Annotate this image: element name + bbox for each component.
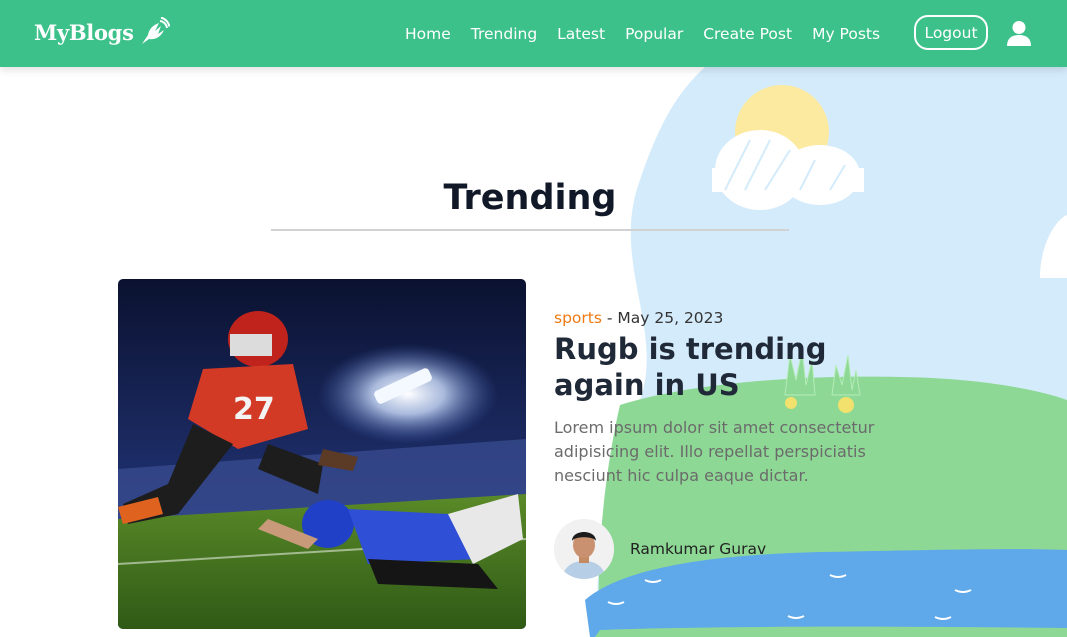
nav-link-latest[interactable]: Latest bbox=[557, 25, 605, 43]
author-name[interactable]: Ramkumar Gurav bbox=[630, 540, 766, 558]
nav-link-my-posts[interactable]: My Posts bbox=[812, 25, 880, 43]
football-players-image: 27 bbox=[118, 279, 526, 629]
brand-logo[interactable]: MyBlogs bbox=[34, 17, 170, 47]
post-date: May 25, 2023 bbox=[617, 309, 724, 327]
author-photo bbox=[554, 519, 614, 579]
nav-link-home[interactable]: Home bbox=[405, 25, 451, 43]
section-title: Trending bbox=[443, 178, 617, 218]
top-navbar: MyBlogs Home Trending Latest Popular Cre… bbox=[0, 0, 1067, 67]
svg-text:27: 27 bbox=[233, 392, 275, 427]
post-meta: sports - May 25, 2023 bbox=[554, 309, 723, 327]
nav-links: Home Trending Latest Popular Create Post… bbox=[405, 0, 900, 67]
nav-link-trending[interactable]: Trending bbox=[471, 25, 537, 43]
title-divider bbox=[271, 229, 789, 231]
post-title[interactable]: Rugb is trending again in US bbox=[554, 331, 914, 403]
nav-link-popular[interactable]: Popular bbox=[625, 25, 683, 43]
meta-separator: - bbox=[601, 309, 618, 327]
avatar[interactable] bbox=[554, 519, 614, 579]
user-icon[interactable] bbox=[1006, 20, 1032, 46]
quill-pen-icon bbox=[141, 17, 170, 44]
page: MyBlogs Home Trending Latest Popular Cre… bbox=[0, 0, 1067, 637]
shore-strip bbox=[595, 626, 1067, 637]
post-image[interactable]: 27 bbox=[118, 279, 526, 629]
brand-name: MyBlogs bbox=[34, 19, 134, 45]
post-category-link[interactable]: sports bbox=[554, 309, 602, 327]
post-excerpt: Lorem ipsum dolor sit amet consectetur a… bbox=[554, 418, 875, 485]
logout-button[interactable]: Logout bbox=[914, 15, 988, 50]
nav-link-create-post[interactable]: Create Post bbox=[703, 25, 792, 43]
